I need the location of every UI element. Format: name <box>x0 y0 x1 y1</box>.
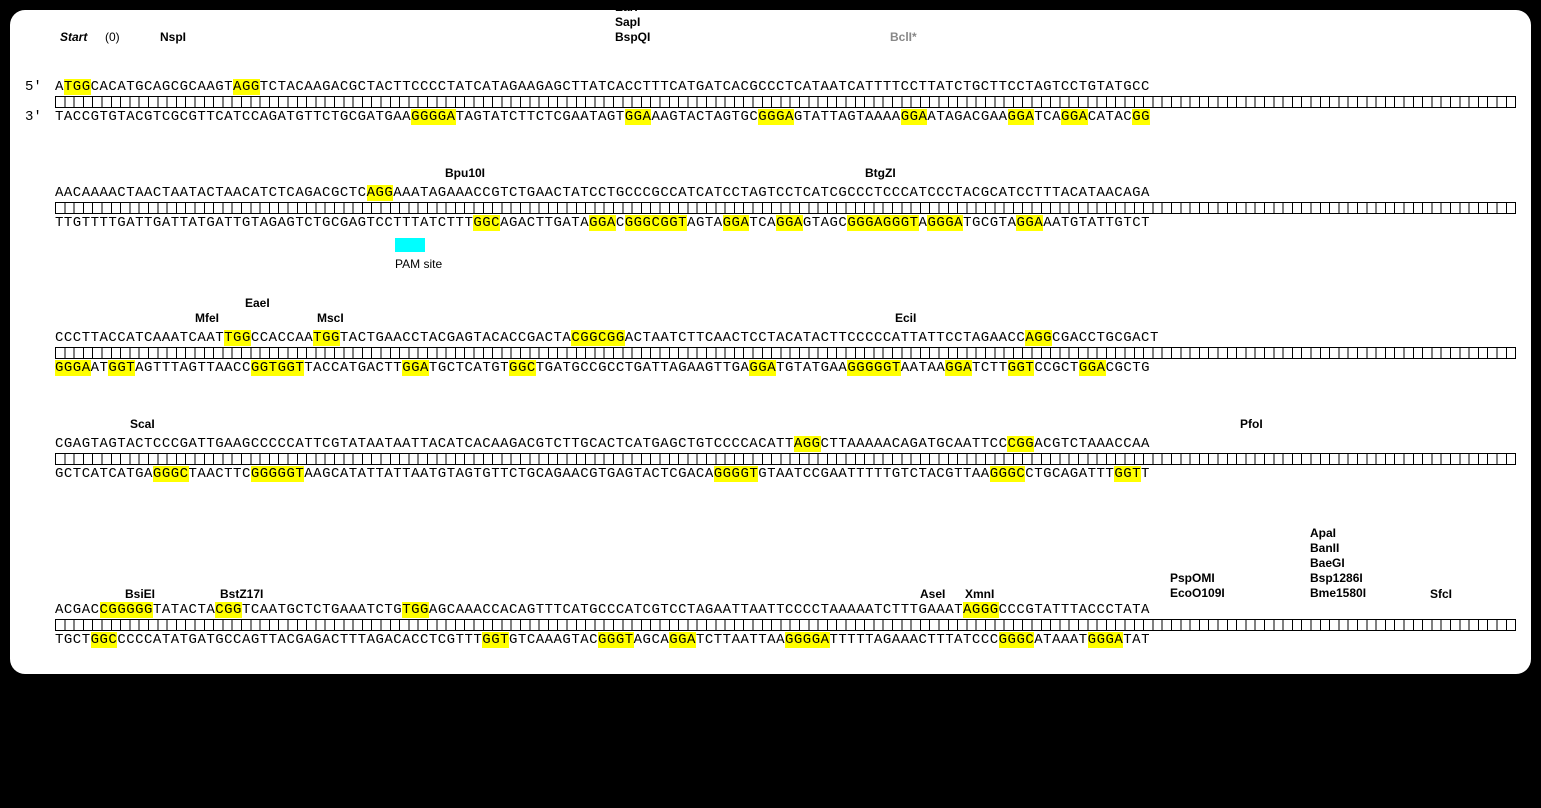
prefix-5: 5' <box>25 79 55 95</box>
seq4-bot: GCTCATCATGAGGGCTAACTTCGGGGGTAAGCATATTATT… <box>55 466 1150 482</box>
label-pfoi: PfoI <box>1240 417 1263 431</box>
label-btgzi: BtgZI <box>865 166 896 180</box>
label-banii: BanII <box>1310 541 1366 556</box>
seq2-top: AACAAAACTAACTAATACTAACATCTCAGACGCTCAGGAA… <box>55 185 1150 201</box>
seq2-bot: TTGTTTTGATTGATTATGATTGTAGAGTCTGCGAGTCCTT… <box>55 215 1150 231</box>
ruler-1 <box>55 96 1516 108</box>
label-eaei: EaeI <box>245 296 270 310</box>
pam-site-label: PAM site <box>395 257 1516 271</box>
label-mfei: MfeI <box>195 311 219 325</box>
label-ecii: EciI <box>895 311 916 325</box>
label-bpu10i: Bpu10I <box>445 166 485 180</box>
ruler-4 <box>55 453 1516 465</box>
label-asei: AseI <box>920 587 945 601</box>
label-scai: ScaI <box>130 417 155 431</box>
label-sfci: SfcI <box>1430 587 1452 601</box>
label-bme1580i: Bme1580I <box>1310 586 1366 601</box>
ruler-2 <box>55 202 1516 214</box>
seq5-bot: TGCTGGCCCCCATATGATGCCAGTTACGAGACTTTAGACA… <box>55 632 1150 648</box>
ruler-5 <box>55 619 1516 631</box>
seq5-top: ACGACCGGGGGTATACTACGGTCAATGCTCTGAAATCTGT… <box>55 602 1150 618</box>
label-sapi: SapI <box>615 15 650 30</box>
label-bcli: BclI* <box>890 30 917 44</box>
ruler-3 <box>55 347 1516 359</box>
label-ecoo109i: EcoO109I <box>1170 586 1225 601</box>
seq4-top: CGAGTAGTACTCCCGATTGAAGCCCCCATTCGTATAATAA… <box>55 436 1150 452</box>
pam-site-box <box>395 238 425 252</box>
label-zero: (0) <box>105 30 120 44</box>
label-msci: MscI <box>317 311 344 325</box>
label-nspi: NspI <box>160 30 186 44</box>
label-start: Start <box>60 30 87 44</box>
label-bstz17i: BstZ17I <box>220 587 263 601</box>
label-apai: ApaI <box>1310 526 1366 541</box>
seq1-top: ATGGCACATGCAGCGCAAGTAGGTCTACAAGACGCTACTT… <box>55 79 1150 95</box>
seq1-bot: TACCGTGTACGTCGCGTTCATCCAGATGTTCTGCGATGAA… <box>55 109 1150 125</box>
label-bsiei: BsiEI <box>125 587 155 601</box>
prefix-3: 3' <box>25 109 55 125</box>
label-bspqi: BspQI <box>615 30 650 45</box>
label-pspomi: PspOMI <box>1170 571 1225 586</box>
seq3-top: CCCTTACCATCAAATCAATTGGCCACCAATGGTACTGAAC… <box>55 330 1159 346</box>
label-bsp1286i: Bsp1286I <box>1310 571 1366 586</box>
label-baegi: BaeGI <box>1310 556 1366 571</box>
seq3-bot: GGGAATGGTAGTTTAGTTAACCGGTGGTTACCATGACTTG… <box>55 360 1150 376</box>
label-xmni: XmnI <box>965 587 994 601</box>
